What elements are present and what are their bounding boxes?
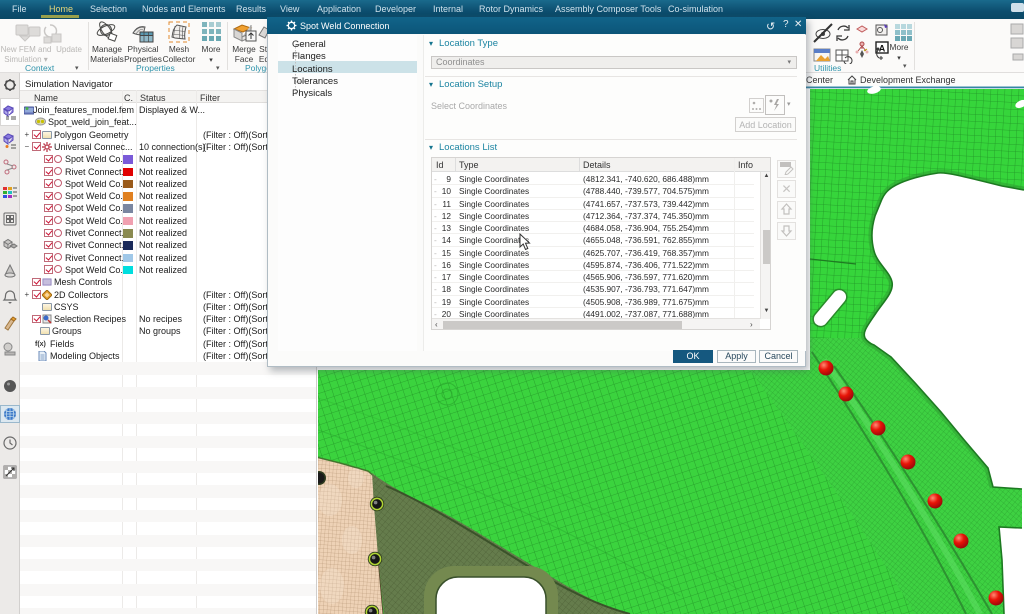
svg-text:A: A [879,44,886,54]
